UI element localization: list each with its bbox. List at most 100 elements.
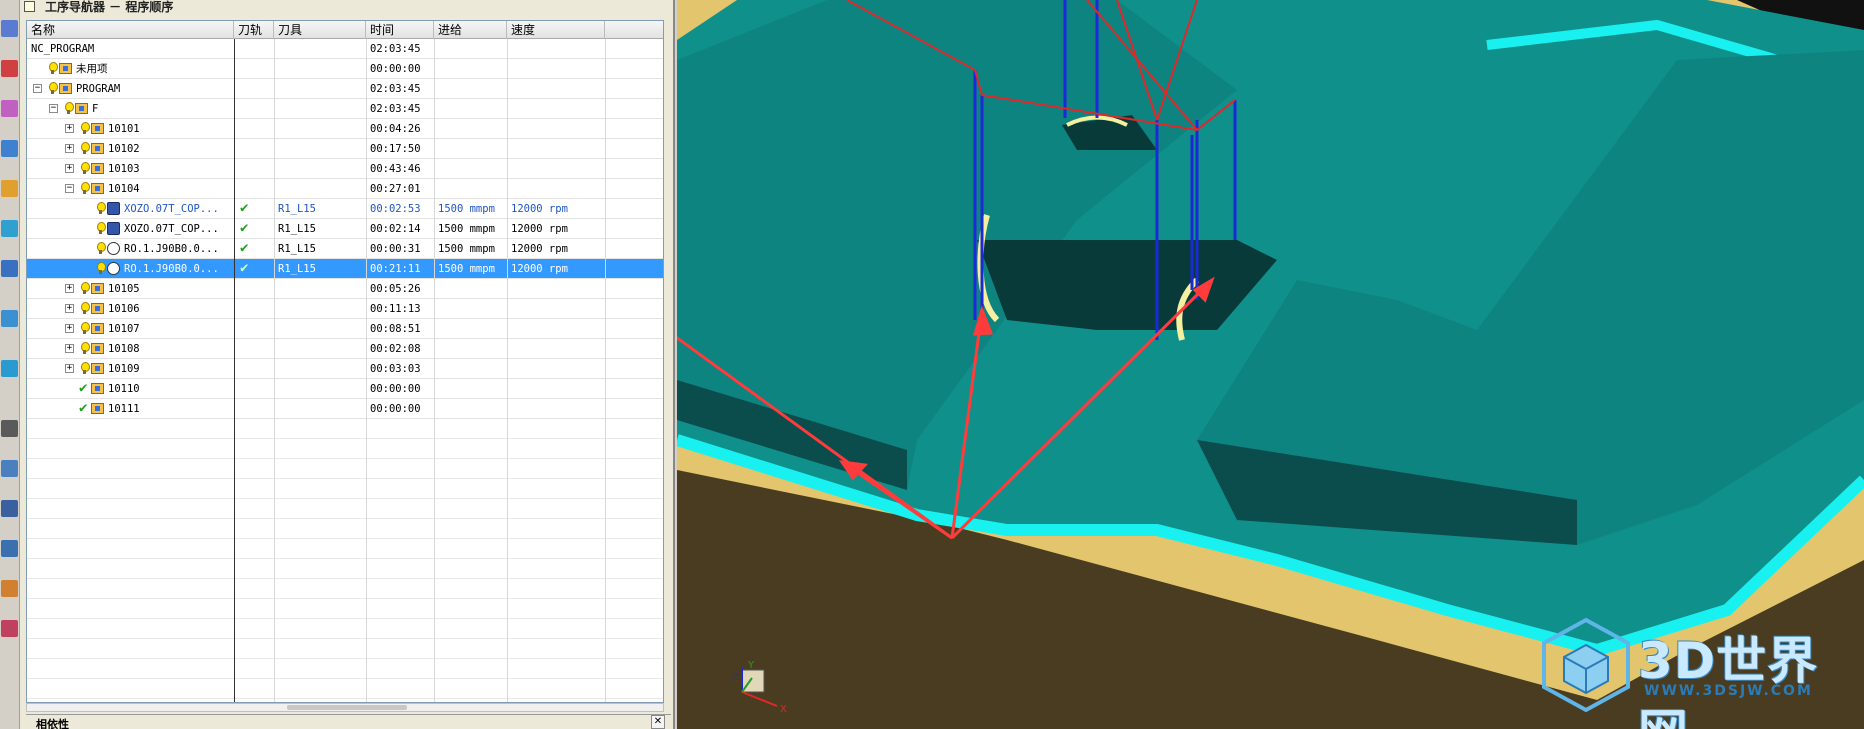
row-feed: 1500 mmpm bbox=[438, 203, 495, 215]
empty-row bbox=[27, 419, 663, 439]
history-tab-icon[interactable] bbox=[1, 360, 18, 377]
column-header-toolpath[interactable]: 刀轨 bbox=[234, 21, 274, 39]
table-row[interactable]: − PROGRAM 02:03:45 bbox=[27, 79, 663, 99]
table-row[interactable]: ✔ 10110 00:00:00 bbox=[27, 379, 663, 399]
row-name: 10111 bbox=[108, 403, 140, 415]
row-name: PROGRAM bbox=[76, 83, 121, 95]
role-tab-icon[interactable] bbox=[1, 580, 18, 597]
row-name: 10110 bbox=[108, 383, 140, 395]
status-bulb-icon bbox=[97, 202, 106, 214]
program-group-icon bbox=[91, 183, 104, 194]
collapse-icon[interactable]: − bbox=[33, 84, 42, 93]
row-name: 10101 bbox=[108, 123, 140, 135]
geometry-tab-icon[interactable] bbox=[1, 100, 18, 117]
axis-y-label: Y bbox=[748, 660, 755, 671]
column-header-feed[interactable]: 进给 bbox=[434, 21, 507, 39]
table-row[interactable]: RO.1.J90B0.0... ✔ R1_L15 00:21:11 1500 mmpm 1… bbox=[27, 259, 663, 279]
status-bulb-icon bbox=[65, 102, 74, 114]
status-bulb-icon bbox=[49, 82, 58, 94]
row-name: 10107 bbox=[108, 323, 140, 335]
row-speed: 12000 rpm bbox=[511, 263, 568, 275]
list-tab-icon[interactable] bbox=[1, 460, 18, 477]
expand-icon[interactable]: + bbox=[65, 144, 74, 153]
watermark-cube-icon bbox=[1542, 617, 1630, 713]
dependency-panel-title[interactable]: 相依性 bbox=[36, 716, 69, 729]
table-row[interactable]: 未用项 00:00:00 bbox=[27, 59, 663, 79]
table-row[interactable]: +10109 00:03:03 bbox=[27, 359, 663, 379]
row-name: 10109 bbox=[108, 363, 140, 375]
navigator-tab-icon[interactable] bbox=[1, 20, 18, 37]
graphics-viewport[interactable]: Z Y X 3D世界网 WWW.3DSJW.COM bbox=[677, 0, 1864, 729]
column-header-name[interactable]: 名称 bbox=[27, 21, 234, 39]
expand-icon[interactable]: + bbox=[65, 344, 74, 353]
horizontal-scrollbar[interactable] bbox=[26, 703, 664, 712]
table-row[interactable]: NC_PROGRAM 02:03:45 bbox=[27, 39, 663, 59]
table-row[interactable]: − F 02:03:45 bbox=[27, 99, 663, 119]
row-time: 00:08:51 bbox=[370, 323, 421, 335]
tool-tab-icon[interactable] bbox=[1, 60, 18, 77]
row-name: 10108 bbox=[108, 343, 140, 355]
column-header-tool[interactable]: 刀具 bbox=[274, 21, 366, 39]
assembly-tab-icon[interactable] bbox=[1, 180, 18, 197]
program-group-icon bbox=[91, 403, 104, 414]
resource-bar bbox=[0, 0, 20, 729]
table-row[interactable]: XOZO.07T_COP... ✔ R1_L15 00:02:53 1500 mmpm 1… bbox=[27, 199, 663, 219]
table-row[interactable]: XOZO.07T_COP... ✔ R1_L15 00:02:14 1500 mmpm 1… bbox=[27, 219, 663, 239]
row-time: 00:02:14 bbox=[370, 223, 421, 235]
table-row[interactable]: RO.1.J90B0.0... ✔ R1_L15 00:00:31 1500 mmpm 1… bbox=[27, 239, 663, 259]
column-header-time[interactable]: 时间 bbox=[366, 21, 434, 39]
row-tool: R1_L15 bbox=[278, 243, 316, 255]
row-time: 00:02:53 bbox=[370, 203, 421, 215]
table-row[interactable]: +10106 00:11:13 bbox=[27, 299, 663, 319]
expand-icon[interactable]: + bbox=[65, 124, 74, 133]
program-group-icon bbox=[91, 383, 104, 394]
status-bulb-icon bbox=[97, 242, 106, 254]
table-row[interactable]: − 10104 00:27:01 bbox=[27, 179, 663, 199]
navigator-title-text: 工序导航器 － 程序顺序 bbox=[45, 0, 174, 14]
expand-icon[interactable]: + bbox=[65, 284, 74, 293]
part-tab-icon[interactable] bbox=[1, 220, 18, 237]
row-name: F bbox=[92, 103, 99, 115]
axis-x-label: X bbox=[780, 704, 787, 715]
navigator-title: 工序导航器 － 程序顺序 bbox=[24, 0, 664, 14]
program-group-icon bbox=[91, 343, 104, 354]
row-speed: 12000 rpm bbox=[511, 243, 568, 255]
column-divider bbox=[507, 39, 508, 702]
expand-icon[interactable]: + bbox=[65, 304, 74, 313]
expand-icon[interactable]: + bbox=[65, 324, 74, 333]
table-row[interactable]: +10108 00:02:08 bbox=[27, 339, 663, 359]
palette-tab-icon[interactable] bbox=[1, 620, 18, 637]
table-row[interactable]: +10105 00:05:26 bbox=[27, 279, 663, 299]
scrollbar-thumb[interactable] bbox=[287, 705, 407, 710]
table-row[interactable]: ✔ 10111 00:00:00 bbox=[27, 399, 663, 419]
pen-tab-icon[interactable] bbox=[1, 500, 18, 517]
row-name: 10105 bbox=[108, 283, 140, 295]
expand-icon[interactable]: + bbox=[65, 164, 74, 173]
axis-triad: Z Y X bbox=[732, 660, 792, 720]
method-tab-icon[interactable] bbox=[1, 140, 18, 157]
status-bulb-icon bbox=[81, 162, 90, 174]
layers-tab-icon[interactable] bbox=[1, 260, 18, 277]
row-tool: R1_L15 bbox=[278, 223, 316, 235]
collapse-icon[interactable]: − bbox=[49, 104, 58, 113]
collapse-icon[interactable]: − bbox=[65, 184, 74, 193]
navigator-pin-icon[interactable] bbox=[24, 1, 35, 12]
status-bulb-icon bbox=[81, 302, 90, 314]
row-name: RO.1.J90B0.0... bbox=[124, 263, 219, 275]
row-name: 10106 bbox=[108, 303, 140, 315]
row-speed: 12000 rpm bbox=[511, 203, 568, 215]
row-name: 10102 bbox=[108, 143, 140, 155]
web-tab-icon[interactable] bbox=[1, 310, 18, 327]
empty-row bbox=[27, 639, 663, 659]
table-row[interactable]: +10101 00:04:26 bbox=[27, 119, 663, 139]
table-row[interactable]: +10103 00:43:46 bbox=[27, 159, 663, 179]
close-icon[interactable]: ✕ bbox=[651, 715, 665, 729]
status-bulb-icon bbox=[81, 122, 90, 134]
expand-icon[interactable]: + bbox=[65, 364, 74, 373]
table-row[interactable]: +10102 00:17:50 bbox=[27, 139, 663, 159]
column-header-speed[interactable]: 速度 bbox=[507, 21, 605, 39]
table-row[interactable]: +10107 00:08:51 bbox=[27, 319, 663, 339]
empty-row bbox=[27, 559, 663, 579]
clock-tab-icon[interactable] bbox=[1, 420, 18, 437]
tool2-tab-icon[interactable] bbox=[1, 540, 18, 557]
